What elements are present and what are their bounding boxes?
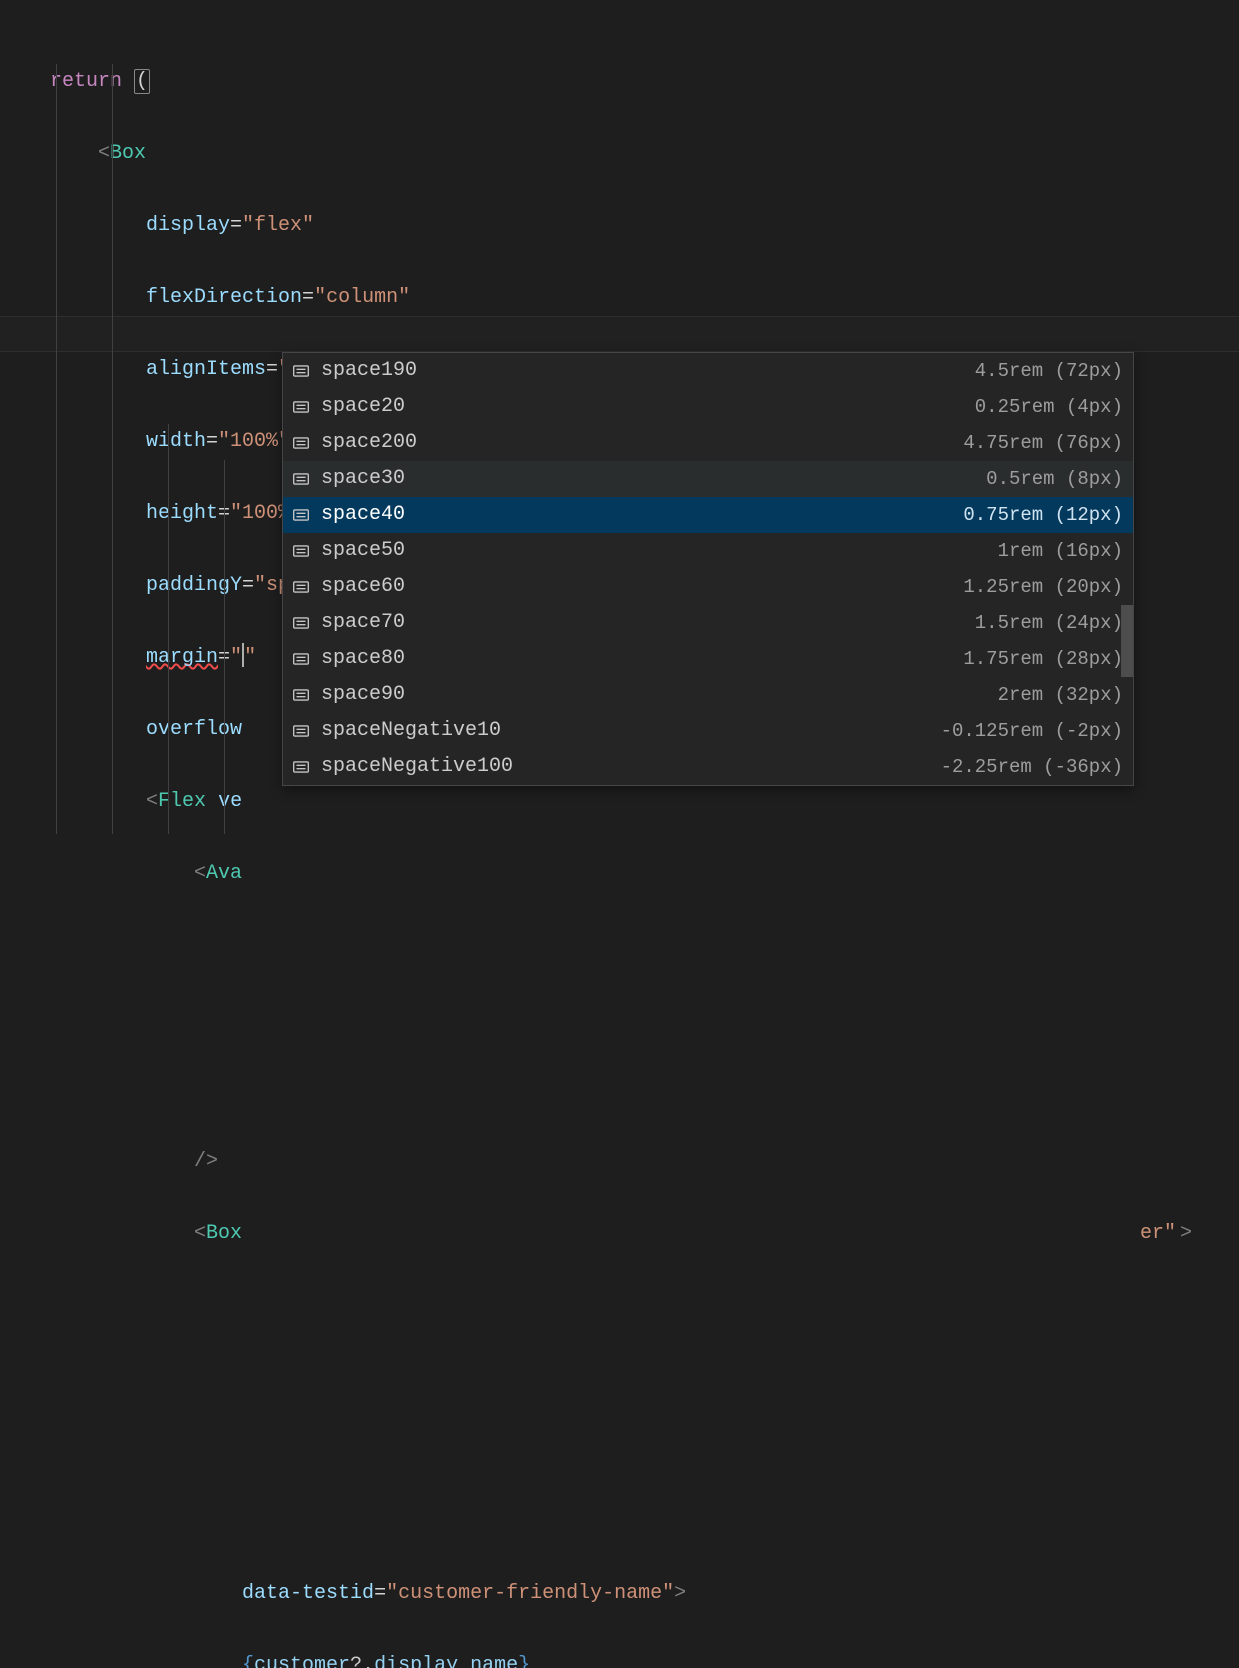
completion-detail: 4.75rem (76px) bbox=[963, 426, 1123, 460]
completion-detail: 4.5rem (72px) bbox=[975, 354, 1123, 388]
completion-detail: 0.75rem (12px) bbox=[963, 498, 1123, 532]
completion-detail: 1.5rem (24px) bbox=[975, 606, 1123, 640]
flex-tag: Flex bbox=[158, 790, 206, 813]
completion-detail: 0.5rem (8px) bbox=[986, 462, 1123, 496]
attr-display: display bbox=[146, 214, 230, 237]
self-close: /> bbox=[194, 1150, 218, 1173]
completion-label: space20 bbox=[321, 389, 405, 425]
completion-detail: 2rem (32px) bbox=[998, 678, 1123, 712]
scrollbar-thumb[interactable] bbox=[1121, 605, 1133, 677]
completion-label: space30 bbox=[321, 461, 405, 497]
box-tag: Box bbox=[110, 142, 146, 165]
completion-item[interactable]: space80 1.75rem (28px) bbox=[283, 641, 1133, 677]
completion-detail: 0.25rem (4px) bbox=[975, 390, 1123, 424]
completion-label: space200 bbox=[321, 425, 417, 461]
completion-label: space80 bbox=[321, 641, 405, 677]
enum-icon bbox=[291, 613, 311, 633]
enum-icon bbox=[291, 721, 311, 741]
enum-icon bbox=[291, 757, 311, 777]
completion-item[interactable]: space30 0.5rem (8px) bbox=[283, 461, 1133, 497]
completion-label: spaceNegative100 bbox=[321, 749, 513, 785]
attr-margin-close: " bbox=[244, 646, 256, 669]
enum-icon bbox=[291, 505, 311, 525]
indent-guide bbox=[168, 424, 169, 834]
completion-label: space190 bbox=[321, 353, 417, 389]
completion-item[interactable]: space200 4.75rem (76px) bbox=[283, 425, 1133, 461]
attr-flexdirection: flexDirection bbox=[146, 286, 302, 309]
attr-ve-partial: ve bbox=[218, 790, 242, 813]
indent-guide bbox=[224, 460, 225, 834]
completion-label: space60 bbox=[321, 569, 405, 605]
tag-angle: < bbox=[98, 142, 110, 165]
completion-item[interactable]: space90 2rem (32px) bbox=[283, 677, 1133, 713]
completion-detail: 1rem (16px) bbox=[998, 534, 1123, 568]
code-editor[interactable]: return ( <Box display="flex" flexDirecti… bbox=[0, 0, 1239, 1668]
attr-data-testid: data-testid bbox=[242, 1582, 374, 1605]
completion-item[interactable]: spaceNegative10 -0.125rem (-2px) bbox=[283, 713, 1133, 749]
enum-icon bbox=[291, 469, 311, 489]
attr-flexdirection-value: "column" bbox=[314, 286, 410, 309]
completion-item[interactable]: space40 0.75rem (12px) bbox=[283, 497, 1133, 533]
attr-data-testid-value: "customer-friendly-name" bbox=[386, 1582, 674, 1605]
indent-guide bbox=[112, 64, 113, 834]
attr-margin-open: " bbox=[230, 646, 242, 669]
trailing-er: er" bbox=[1140, 1216, 1176, 1252]
completion-detail: 1.75rem (28px) bbox=[963, 642, 1123, 676]
completion-item[interactable]: space60 1.25rem (20px) bbox=[283, 569, 1133, 605]
completion-label: space70 bbox=[321, 605, 405, 641]
enum-icon bbox=[291, 433, 311, 453]
completion-label: space50 bbox=[321, 533, 405, 569]
completion-label: space90 bbox=[321, 677, 405, 713]
enum-icon bbox=[291, 685, 311, 705]
indent-guide bbox=[56, 64, 57, 834]
completion-label: spaceNegative10 bbox=[321, 713, 501, 749]
completion-item[interactable]: space50 1rem (16px) bbox=[283, 533, 1133, 569]
attr-display-value: "flex" bbox=[242, 214, 314, 237]
attr-width: width bbox=[146, 430, 206, 453]
box-tag-inner: Box bbox=[206, 1222, 242, 1245]
completion-detail: 1.25rem (20px) bbox=[963, 570, 1123, 604]
enum-icon bbox=[291, 361, 311, 381]
enum-icon bbox=[291, 649, 311, 669]
completion-item[interactable]: space190 4.5rem (72px) bbox=[283, 353, 1133, 389]
enum-icon bbox=[291, 397, 311, 417]
completion-label: space40 bbox=[321, 497, 405, 533]
ava-tag: Ava bbox=[206, 862, 242, 885]
attr-overflow-partial: overflow bbox=[146, 718, 242, 741]
attr-paddingy: paddingY bbox=[146, 574, 242, 597]
enum-icon bbox=[291, 541, 311, 561]
attr-height: height bbox=[146, 502, 218, 525]
completion-item[interactable]: space20 0.25rem (4px) bbox=[283, 389, 1133, 425]
completion-item[interactable]: space70 1.5rem (24px) bbox=[283, 605, 1133, 641]
completion-item[interactable]: spaceNegative100 -2.25rem (-36px) bbox=[283, 749, 1133, 785]
enum-icon bbox=[291, 577, 311, 597]
open-paren: ( bbox=[134, 69, 150, 94]
completion-detail: -2.25rem (-36px) bbox=[941, 750, 1123, 784]
attr-alignitems: alignItems bbox=[146, 358, 266, 381]
intellisense-popup[interactable]: space190 4.5rem (72px) space20 0.25rem (4px… bbox=[282, 352, 1134, 786]
completion-detail: -0.125rem (-2px) bbox=[941, 714, 1123, 748]
attr-margin: margin bbox=[146, 646, 218, 669]
attr-width-value: "100%" bbox=[218, 430, 290, 453]
